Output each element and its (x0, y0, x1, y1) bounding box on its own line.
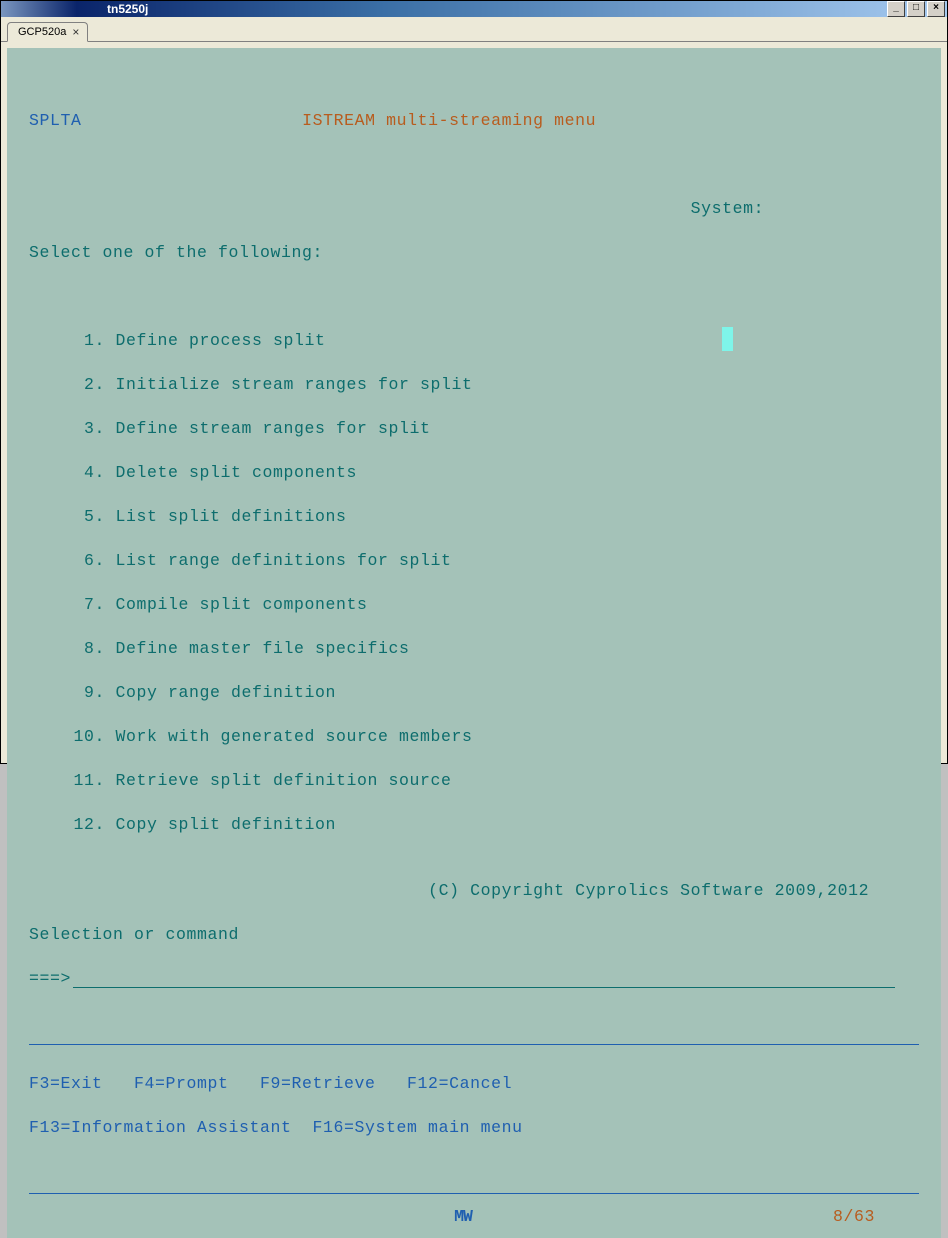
menu-item-label: Define process split (105, 331, 326, 350)
menu-item[interactable]: 2. Initialize stream ranges for split (29, 374, 919, 396)
session-tab[interactable]: GCP520a × (7, 22, 88, 42)
menu-item[interactable]: 12. Copy split definition (29, 814, 919, 836)
menu-item[interactable]: 6. List range definitions for split (29, 550, 919, 572)
page-title: ISTREAM multi-streaming menu (302, 111, 596, 130)
terminal-screen[interactable]: SPLTA ISTREAM multi-streaming menu Syste… (7, 48, 941, 1238)
window-controls: _ □ × (885, 1, 945, 17)
menu-item-number: 10. (69, 726, 105, 748)
menu-item-number: 7. (69, 594, 105, 616)
cmd-prompt: ===> (29, 968, 71, 990)
menu-item-label: Delete split components (105, 463, 357, 482)
menu-item[interactable]: 11. Retrieve split definition source (29, 770, 919, 792)
menu-item-number: 9. (69, 682, 105, 704)
close-button[interactable]: × (927, 1, 945, 17)
menu-item-number: 11. (69, 770, 105, 792)
titlebar: tn5250j _ □ × (1, 1, 947, 17)
tab-label: GCP520a (18, 26, 66, 38)
window-title: tn5250j (103, 2, 885, 16)
status-position: 8/63 (600, 1206, 897, 1228)
separator-line-2 (29, 1193, 919, 1194)
menu-item-label: Initialize stream ranges for split (105, 375, 473, 394)
menu-item-label: List range definitions for split (105, 551, 452, 570)
maximize-button[interactable]: □ (907, 1, 925, 17)
separator-line (29, 1044, 919, 1045)
menu-item[interactable]: 7. Compile split components (29, 594, 919, 616)
tabstrip: GCP520a × (1, 17, 947, 42)
menu-id: SPLTA (29, 111, 82, 130)
menu-item-number: 1. (69, 330, 105, 352)
menu-item-number: 3. (69, 418, 105, 440)
menu-item-number: 12. (69, 814, 105, 836)
menu-item[interactable]: 5. List split definitions (29, 506, 919, 528)
menu-item[interactable]: 4. Delete split components (29, 462, 919, 484)
system-label: System: (691, 199, 765, 218)
menu-item-number: 6. (69, 550, 105, 572)
menu-item-label: Compile split components (105, 595, 368, 614)
copyright: (C) Copyright Cyprolics Software 2009,20… (428, 881, 869, 900)
status-bar: MW 8/63 (11, 1198, 937, 1234)
minimize-button[interactable]: _ (887, 1, 905, 17)
menu-item[interactable]: 1. Define process split (29, 330, 919, 352)
fkeys-line-2: F13=Information Assistant F16=System mai… (29, 1118, 523, 1137)
app-window: tn5250j _ □ × GCP520a × SPLTA ISTREAM mu… (0, 0, 948, 764)
menu-item-label: List split definitions (105, 507, 347, 526)
close-icon[interactable]: × (72, 27, 79, 37)
menu-item-number: 4. (69, 462, 105, 484)
menu-item[interactable]: 8. Define master file specifics (29, 638, 919, 660)
menu-item-label: Define master file specifics (105, 639, 410, 658)
menu-item[interactable]: 9. Copy range definition (29, 682, 919, 704)
menu-item-number: 2. (69, 374, 105, 396)
select-prompt: Select one of the following: (29, 243, 323, 262)
menu-item[interactable]: 10. Work with generated source members (29, 726, 919, 748)
menu-item-label: Copy range definition (105, 683, 336, 702)
selection-label: Selection or command (29, 925, 239, 944)
menu-item[interactable]: 3. Define stream ranges for split (29, 418, 919, 440)
menu-list: 1. Define process split 2. Initialize st… (29, 330, 919, 836)
fkeys-line-1: F3=Exit F4=Prompt F9=Retrieve F12=Cancel (29, 1074, 512, 1093)
menu-item-number: 8. (69, 638, 105, 660)
cursor-icon (722, 327, 733, 351)
menu-item-label: Work with generated source members (105, 727, 473, 746)
status-mode: MW (326, 1206, 601, 1228)
menu-item-label: Define stream ranges for split (105, 419, 431, 438)
command-input[interactable] (73, 970, 895, 988)
menu-item-label: Retrieve split definition source (105, 771, 452, 790)
menu-item-number: 5. (69, 506, 105, 528)
menu-item-label: Copy split definition (105, 815, 336, 834)
